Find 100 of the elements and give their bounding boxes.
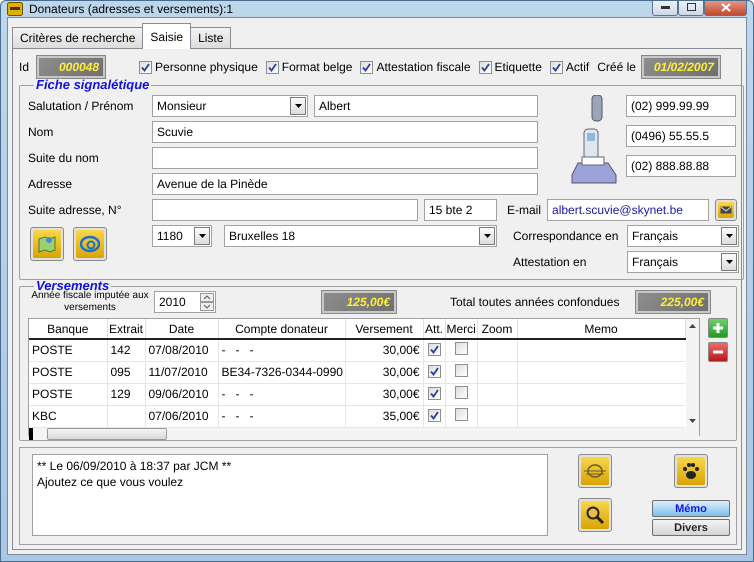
table-cell: KBC	[29, 405, 107, 427]
maximize-icon	[686, 3, 696, 11]
column-header[interactable]: Extrait	[107, 319, 145, 339]
stamp-button[interactable]	[578, 454, 612, 488]
remove-button[interactable]	[708, 342, 728, 362]
column-header[interactable]: Banque	[29, 319, 107, 339]
address-field[interactable]: Avenue de la Pinède	[152, 173, 538, 195]
table-cell: 07/06/2010	[145, 405, 218, 427]
attestation-label: Attestation en	[513, 255, 588, 269]
checkbox[interactable]	[428, 387, 440, 400]
checkbox-label: Etiquette	[494, 60, 542, 74]
created-date-field: 01/02/2007	[642, 56, 720, 78]
phone-field[interactable]: (02) 999.99.99	[626, 95, 736, 117]
checkbox[interactable]	[266, 60, 279, 74]
checkbox[interactable]	[454, 408, 468, 421]
minimize-button[interactable]	[652, 1, 678, 16]
map-button[interactable]	[30, 227, 64, 261]
column-header[interactable]: Zoom	[477, 319, 517, 339]
mobile-field[interactable]: (0496) 55.55.5	[626, 125, 736, 147]
caret-icon	[726, 260, 732, 264]
field-label: Adresse	[28, 177, 72, 191]
memo-line: ** Le 06/09/2010 à 18:37 par JCM **	[37, 458, 232, 474]
dropdown-arrow-button[interactable]	[290, 97, 306, 115]
column-header[interactable]: Versement	[345, 319, 423, 339]
vertical-scrollbar[interactable]	[686, 319, 699, 428]
dropdown-arrow-button[interactable]	[721, 253, 737, 271]
table-cell: - - -	[218, 339, 345, 361]
dropdown-arrow-button[interactable]	[479, 227, 495, 245]
tab[interactable]: Liste	[190, 27, 232, 49]
first-name-field[interactable]: Albert	[314, 95, 538, 117]
column-header[interactable]: Att.	[423, 319, 445, 339]
checkbox-label: Attestation fiscale	[376, 60, 471, 74]
name-suffix-field[interactable]	[152, 147, 538, 169]
email-label: E-mail	[507, 203, 542, 217]
caret-icon	[726, 234, 732, 238]
address-suffix-field[interactable]	[152, 199, 418, 221]
spinner-arrows-icon	[200, 293, 214, 311]
group-title: Fiche signalétique	[35, 79, 150, 91]
dropdown-arrow-button[interactable]	[721, 227, 737, 245]
checkbox[interactable]	[550, 60, 563, 74]
column-header[interactable]: Merci	[445, 319, 477, 339]
minimize-icon	[660, 6, 670, 8]
memo-text-area[interactable]: ** Le 06/09/2010 à 18:37 par JCM ** Ajoutez ce que vous voulez	[32, 454, 548, 536]
column-header[interactable]: Date	[145, 319, 218, 339]
fax-field[interactable]: (02) 888.88.88	[626, 155, 736, 177]
table-cell: 07/08/2010	[145, 339, 218, 361]
email-field[interactable]: albert.scuvie@skynet.be	[547, 199, 710, 221]
postcode-dropdown[interactable]: 1180	[152, 225, 212, 247]
house-number-field[interactable]: 15 bte 2	[424, 199, 497, 221]
checkbox-label: Format belge	[282, 60, 352, 74]
field-label: Suite adresse, N°	[28, 203, 122, 217]
table-cell: POSTE	[29, 361, 107, 383]
magnifier-icon	[585, 505, 605, 525]
year-spinner[interactable]: 2010	[154, 291, 216, 313]
app-icon	[7, 1, 23, 17]
tab[interactable]: Saisie	[142, 23, 192, 49]
table-cell: 129	[107, 383, 145, 405]
checkbox[interactable]	[139, 60, 152, 74]
maximize-button[interactable]	[678, 1, 704, 16]
close-button[interactable]	[704, 1, 747, 16]
search-engine-button[interactable]	[73, 227, 107, 261]
total-label: Total toutes années confondues	[450, 295, 620, 309]
paw-button[interactable]	[674, 454, 708, 488]
attestation-dropdown[interactable]: Français	[627, 251, 739, 273]
table-cell: 30,00€	[345, 383, 423, 405]
map-icon	[37, 234, 57, 254]
id-label: Id	[19, 60, 30, 74]
salutation-dropdown[interactable]: Monsieur	[152, 95, 308, 117]
field-label: Suite du nom	[28, 151, 99, 165]
caret-icon	[294, 104, 302, 108]
checkbox-label: Personne physique	[155, 60, 258, 74]
column-header[interactable]: Compte donateur	[218, 319, 345, 339]
zoom-button[interactable]	[578, 498, 612, 532]
add-button[interactable]	[708, 318, 728, 338]
checkbox[interactable]	[478, 60, 492, 74]
name-field[interactable]: Scuvie	[152, 121, 538, 143]
window-title: Donateurs (adresses et versements):1	[29, 2, 234, 16]
table-cell: 30,00€	[345, 361, 423, 383]
checkbox[interactable]	[454, 342, 468, 356]
table-cell: - - -	[218, 383, 345, 405]
dropdown-arrow-button[interactable]	[194, 227, 210, 245]
checkbox[interactable]	[454, 386, 468, 399]
checkbox[interactable]	[454, 364, 468, 377]
horizontal-scrollbar[interactable]	[29, 428, 699, 440]
email-button[interactable]	[715, 199, 738, 221]
correspondence-dropdown[interactable]: Français	[627, 225, 739, 247]
memo-tab[interactable]: Mémo	[652, 500, 730, 517]
checkbox[interactable]	[428, 409, 440, 422]
table-cell	[107, 405, 145, 427]
tab[interactable]: Critères de recherche	[12, 27, 144, 49]
paw-icon	[681, 461, 701, 481]
checkbox-label: Actif	[566, 60, 590, 74]
group-title: Versements	[36, 280, 110, 292]
memo-tab[interactable]: Divers	[652, 519, 730, 536]
city-dropdown[interactable]: Bruxelles 18	[224, 225, 497, 247]
checkbox[interactable]	[428, 365, 440, 378]
checkbox[interactable]	[428, 343, 440, 356]
column-header[interactable]: Memo	[517, 319, 685, 339]
table-cell: 11/07/2010	[145, 361, 218, 383]
checkbox[interactable]	[360, 60, 374, 74]
